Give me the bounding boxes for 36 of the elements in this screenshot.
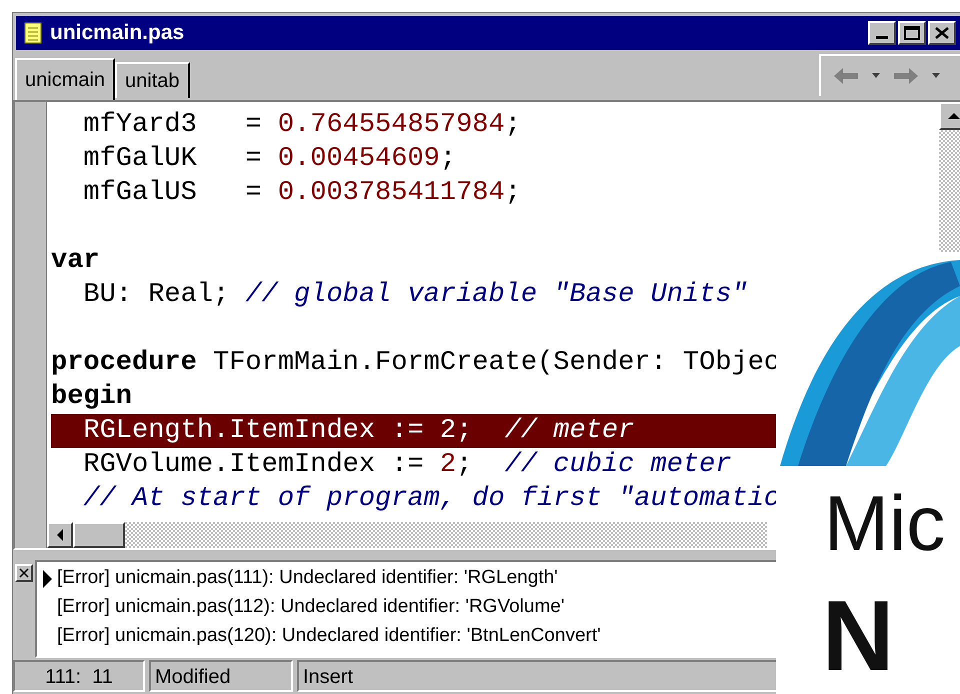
window-title: unicmain.pas [50, 20, 186, 46]
error-message[interactable]: [Error] unicmain.pas(111): Undeclared identifier: 'RGLength' [57, 564, 558, 593]
code-line: mfYard3 = 0.764554857984; [82, 109, 522, 142]
close-icon [19, 568, 29, 578]
document-icon [24, 22, 42, 44]
code-line: procedure TFormMain.FormCreate(Sender: TObjec [51, 347, 782, 380]
editor-tab[interactable]: unicmain [15, 58, 116, 100]
editor-tab[interactable]: unitab [115, 62, 190, 98]
cursor-position: 111: 11 [13, 660, 145, 692]
scrollbar-thumb[interactable] [73, 522, 125, 548]
maximize-icon [904, 26, 920, 40]
code-line: // At start of program, do first "automatic [82, 483, 782, 516]
code-line: begin [51, 381, 134, 414]
error-message[interactable]: [Error] unicmain.pas(120): Undeclared identifier: 'BtnLenConvert' [57, 622, 601, 651]
scroll-left-button[interactable] [47, 522, 73, 548]
scroll-up-button[interactable] [939, 102, 960, 130]
code-line: var [51, 245, 101, 278]
maximize-button[interactable] [898, 21, 926, 45]
error-message[interactable]: [Error] unicmain.pas(112): Undeclared identifier: 'RGVolume' [57, 593, 564, 622]
up-arrow-icon [948, 112, 960, 120]
close-button[interactable] [928, 21, 956, 45]
left-arrow-icon [56, 529, 64, 541]
minimize-icon [876, 36, 888, 39]
code-line: RGVolume.ItemIndex := 2; // cubic meter [82, 449, 733, 482]
modified-status: Modified [149, 660, 293, 692]
close-icon [935, 27, 949, 39]
code-line: BU: Real; // global variable "Base Units" [82, 279, 749, 312]
vertical-scrollbar[interactable] [939, 102, 960, 252]
code-line: mfGalUK = 0.00454609; [82, 143, 458, 176]
close-pane-button[interactable] [15, 564, 33, 582]
caret-icon[interactable] [871, 73, 881, 79]
logo-text: Mic [824, 484, 946, 562]
horizontal-scrollbar[interactable] [47, 522, 767, 548]
caret-icon[interactable] [931, 73, 941, 79]
minimize-button[interactable] [868, 21, 896, 45]
code-line: mfGalUS = 0.003785411784; [82, 177, 522, 210]
